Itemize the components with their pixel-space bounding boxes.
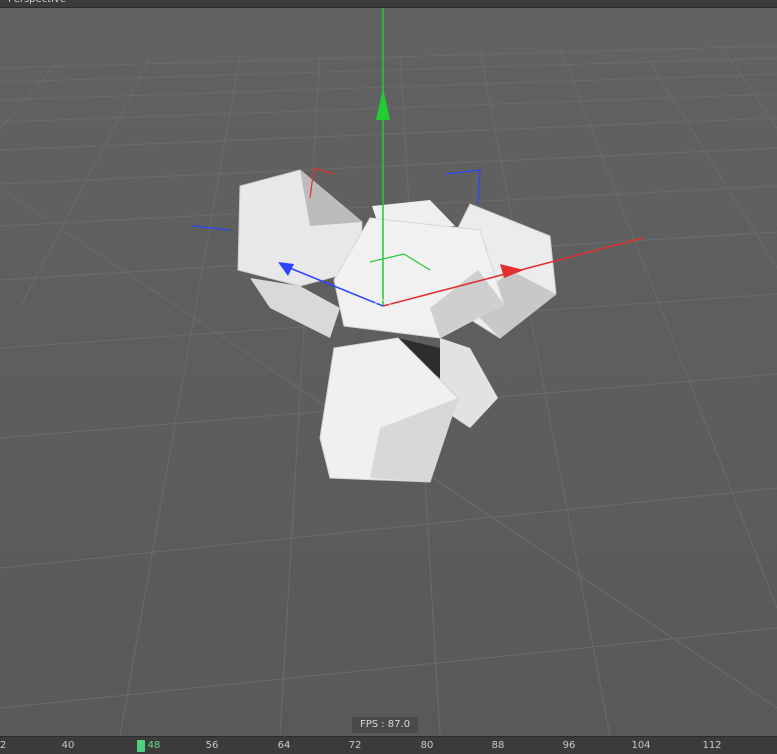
timeline-tick: 56: [205, 740, 219, 751]
object-axis-blue-small-left: [191, 225, 231, 231]
timeline-tick: 40: [61, 740, 75, 751]
timeline-playhead[interactable]: [137, 740, 145, 752]
timeline-tick: 96: [562, 740, 576, 751]
timeline-tick: 112: [702, 740, 722, 751]
timeline-tick: 104: [631, 740, 651, 751]
timeline-tick: 64: [277, 740, 291, 751]
3d-viewport[interactable]: [0, 8, 777, 736]
cube-top-left-shade: [300, 170, 362, 226]
object-axis-blue-small-right: [445, 169, 481, 205]
fps-counter: FPS : 87.0: [352, 717, 418, 733]
axis-y-arrow[interactable]: [376, 88, 390, 120]
timeline-tick: 72: [348, 740, 362, 751]
timeline-tick: 88: [491, 740, 505, 751]
timeline-tick: 2: [0, 740, 7, 751]
cube-left-lower[interactable]: [250, 278, 340, 338]
timeline-tick: 80: [420, 740, 434, 751]
viewport-title: Perspective: [0, 0, 777, 8]
timeline-ruler[interactable]: 2 40 48 56 64 72 80 88 96 104 112: [0, 736, 777, 754]
scene-canvas[interactable]: [0, 8, 777, 736]
cube-cluster[interactable]: [237, 169, 557, 483]
timeline-tick-current: 48: [147, 740, 161, 751]
